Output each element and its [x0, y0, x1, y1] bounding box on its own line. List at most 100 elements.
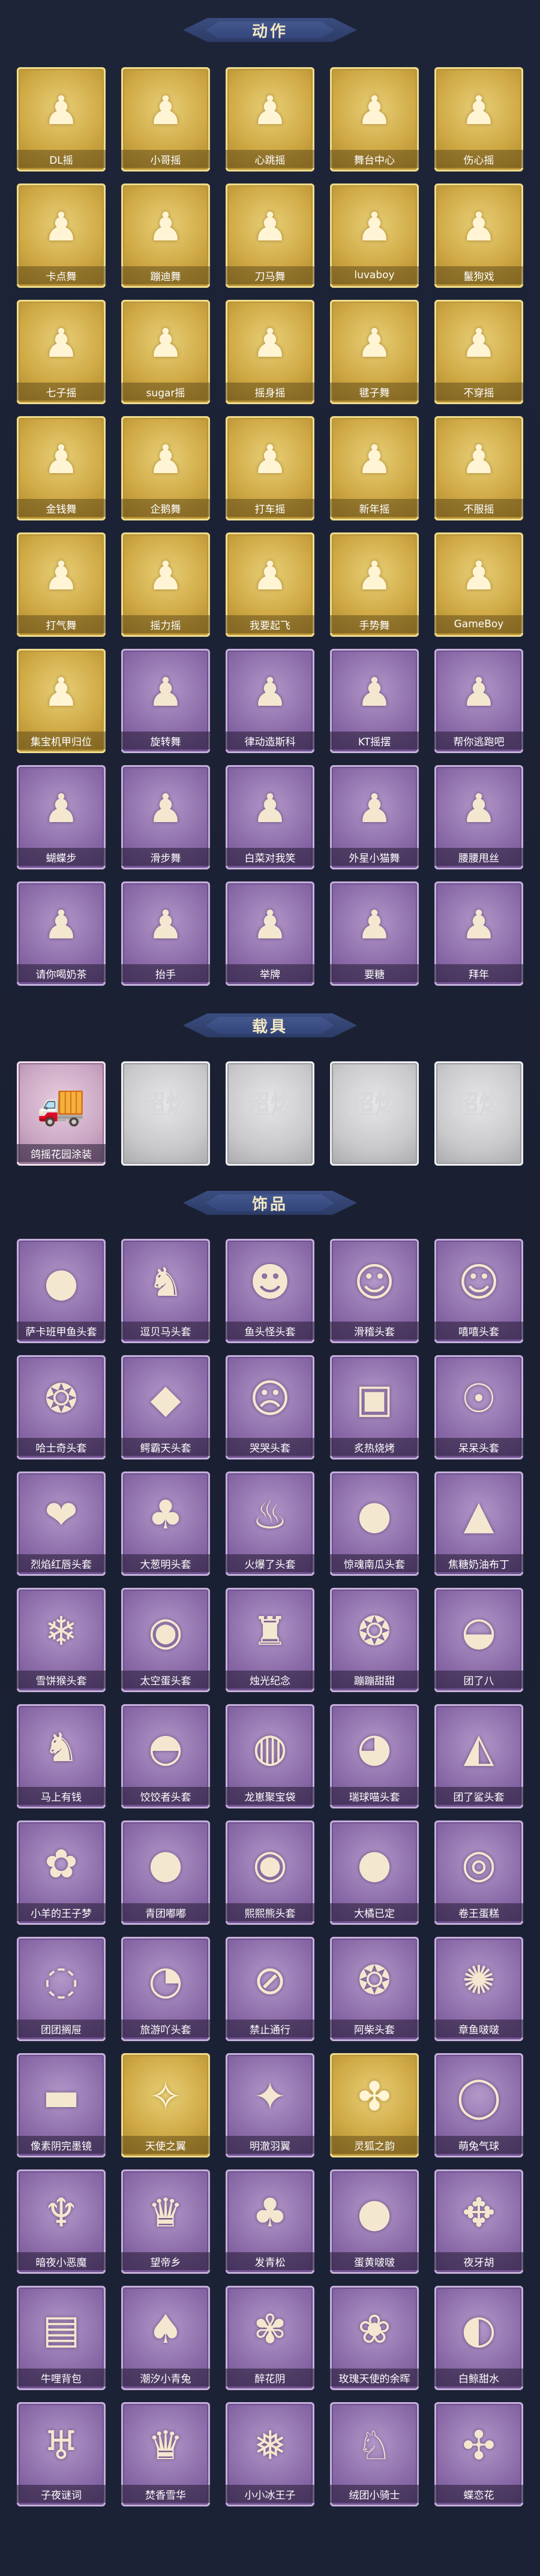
item-card[interactable]: ♟ 腰腰甩丝	[434, 765, 523, 869]
item-card[interactable]: ♟ 卡点舞	[17, 183, 106, 288]
item-card[interactable]: ▲ 焦糖奶油布丁	[434, 1471, 523, 1576]
item-card[interactable]: ♛ 焚香雪华	[121, 2402, 210, 2506]
item-card[interactable]: ♟ 蝴蝶步	[17, 765, 106, 869]
item-card[interactable]: ♟ 律动造斯科	[226, 649, 314, 753]
item-card[interactable]: ❂ 阿柴头套	[330, 1937, 419, 2041]
item-card[interactable]: ✦ 明澈羽翼	[226, 2053, 314, 2157]
placeholder-card[interactable]: 超燃	[330, 1061, 419, 1166]
item-card[interactable]: ♆ 暗夜小恶魔	[17, 2169, 106, 2274]
item-card[interactable]: ◍ 龙崽聚宝袋	[226, 1704, 314, 1808]
item-card[interactable]: ♟ 摇力摇	[121, 532, 210, 637]
item-card[interactable]: ◉ 太空蛋头套	[121, 1588, 210, 1692]
item-card[interactable]: ⊘ 禁止通行	[226, 1937, 314, 2041]
item-card[interactable]: ● 惊魂南瓜头套	[330, 1471, 419, 1576]
item-card[interactable]: ♟ 手势舞	[330, 532, 419, 637]
item-card[interactable]: ◆ 鳄霸天头套	[121, 1355, 210, 1459]
item-card[interactable]: ♟ 不穿摇	[434, 300, 523, 404]
item-card[interactable]: ♟ 打车摇	[226, 416, 314, 520]
item-card[interactable]: ▬ 像素阴完墨镜	[17, 2053, 106, 2157]
item-card[interactable]: ♟ 毽子舞	[330, 300, 419, 404]
item-card[interactable]: ☺ 嘻嘻头套	[434, 1239, 523, 1343]
item-card[interactable]: ☺ 滑稽头套	[330, 1239, 419, 1343]
placeholder-card[interactable]: 超燃	[434, 1061, 523, 1166]
item-card[interactable]: ♟ DL摇	[17, 67, 106, 171]
item-card[interactable]: ♟ 帮你逃跑吧	[434, 649, 523, 753]
item-card[interactable]: ♠ 潮汐小青兔	[121, 2286, 210, 2390]
item-card[interactable]: ♛ 望帝乡	[121, 2169, 210, 2274]
item-card[interactable]: ♟ 我要起飞	[226, 532, 314, 637]
item-card[interactable]: ♟ KT摇摆	[330, 649, 419, 753]
item-card[interactable]: ♟ 鬣狗戏	[434, 183, 523, 288]
item-card[interactable]: ◕ 瑞球喵头套	[330, 1704, 419, 1808]
item-card[interactable]: ♟ 外星小猫舞	[330, 765, 419, 869]
item-card[interactable]: ❂ 哈士奇头套	[17, 1355, 106, 1459]
item-card[interactable]: ◉ 熙熙熊头套	[226, 1820, 314, 1925]
item-card[interactable]: ◯ 萌兔气球	[434, 2053, 523, 2157]
item-card[interactable]: ♟ 请你喝奶茶	[17, 881, 106, 986]
item-card[interactable]: ☻ 鱼头怪头套	[226, 1239, 314, 1343]
item-card[interactable]: ♟ sugar摇	[121, 300, 210, 404]
item-card[interactable]: ◔ 旅游吖头套	[121, 1937, 210, 2041]
item-card[interactable]: ✿ 小羊的王子梦	[17, 1820, 106, 1925]
item-card[interactable]: ◒ 团了八	[434, 1588, 523, 1692]
item-card[interactable]: ♟ 企鹅舞	[121, 416, 210, 520]
item-card[interactable]: ☉ 呆呆头套	[434, 1355, 523, 1459]
item-card[interactable]: ✧ 天使之翼	[121, 2053, 210, 2157]
item-card[interactable]: ❤ 烈焰红唇头套	[17, 1471, 106, 1576]
item-card[interactable]: ♟ 滑步舞	[121, 765, 210, 869]
item-card[interactable]: ✤ 灵狐之韵	[330, 2053, 419, 2157]
item-card[interactable]: ♟ 刀马舞	[226, 183, 314, 288]
item-card[interactable]: ✾ 醉花阴	[226, 2286, 314, 2390]
item-card[interactable]: ♟ 心跳摇	[226, 67, 314, 171]
item-card[interactable]: ♜ 烛光纪念	[226, 1588, 314, 1692]
item-card[interactable]: ♟ 白菜对我笑	[226, 765, 314, 869]
item-card[interactable]: ◓ 饺饺者头套	[121, 1704, 210, 1808]
item-card[interactable]: ♟ 摇身摇	[226, 300, 314, 404]
item-card[interactable]: ♣ 发青松	[226, 2169, 314, 2274]
item-card[interactable]: ♟ 打气舞	[17, 532, 106, 637]
item-card[interactable]: ♟ 拜年	[434, 881, 523, 986]
item-card[interactable]: ◭ 团了鲨头套	[434, 1704, 523, 1808]
item-card[interactable]: ♟ 不服摇	[434, 416, 523, 520]
item-card[interactable]: ✣ 蝶恋花	[434, 2402, 523, 2506]
item-card[interactable]: ♟ 小哥摇	[121, 67, 210, 171]
item-card[interactable]: ❀ 玫瑰天使的余晖	[330, 2286, 419, 2390]
item-card[interactable]: ✺ 章鱼啵啵	[434, 1937, 523, 2041]
item-card[interactable]: ◐ 白鲸甜水	[434, 2286, 523, 2390]
item-card[interactable]: ▣ 炙热烧烤	[330, 1355, 419, 1459]
item-card[interactable]: ● 蛋黄啵啵	[330, 2169, 419, 2274]
item-card[interactable]: ❅ 小小冰王子	[226, 2402, 314, 2506]
item-card[interactable]: ♞ 逗贝马头套	[121, 1239, 210, 1343]
placeholder-card[interactable]: 超燃	[226, 1061, 314, 1166]
item-card[interactable]: ♟ 蹦迪舞	[121, 183, 210, 288]
placeholder-card[interactable]: 超燃	[121, 1061, 210, 1166]
item-card[interactable]: ♟ 舞台中心	[330, 67, 419, 171]
item-card[interactable]: ♟ 抬手	[121, 881, 210, 986]
item-card[interactable]: ♟ 旋转舞	[121, 649, 210, 753]
item-card[interactable]: ♟ 要糖	[330, 881, 419, 986]
item-card[interactable]: ❂ 蹦蹦甜甜	[330, 1588, 419, 1692]
item-card[interactable]: ♟ 伤心摇	[434, 67, 523, 171]
item-card[interactable]: ♟ 七子摇	[17, 300, 106, 404]
item-card[interactable]: ♨ 火爆了头套	[226, 1471, 314, 1576]
item-card[interactable]: 🚚 鸽摇花园涂装	[17, 1061, 106, 1166]
item-card[interactable]: ♞ 马上有钱	[17, 1704, 106, 1808]
item-card[interactable]: ♟ 新年摇	[330, 416, 419, 520]
item-card[interactable]: ✥ 夜牙胡	[434, 2169, 523, 2274]
item-card[interactable]: ☹ 哭哭头套	[226, 1355, 314, 1459]
item-card[interactable]: ● 青团嘟嘟	[121, 1820, 210, 1925]
item-card[interactable]: ● 萨卡班甲鱼头套	[17, 1239, 106, 1343]
item-card[interactable]: ♟ 金钱舞	[17, 416, 106, 520]
item-card[interactable]: ▤ 牛哩背包	[17, 2286, 106, 2390]
item-card[interactable]: ◎ 卷王蛋糕	[434, 1820, 523, 1925]
item-card[interactable]: ◌ 团团搁屉	[17, 1937, 106, 2041]
item-card[interactable]: ● 大橘已定	[330, 1820, 419, 1925]
item-card[interactable]: ♟ GameBoy	[434, 532, 523, 637]
item-card[interactable]: ♟ 举牌	[226, 881, 314, 986]
item-card[interactable]: ♘ 绒团小骑士	[330, 2402, 419, 2506]
item-card[interactable]: ♟ luvaboy	[330, 183, 419, 288]
item-card[interactable]: ♅ 子夜谜词	[17, 2402, 106, 2506]
item-card[interactable]: ♣ 大葱明头套	[121, 1471, 210, 1576]
item-card[interactable]: ❄ 雪饼猴头套	[17, 1588, 106, 1692]
item-card[interactable]: ♟ 集宝机甲归位	[17, 649, 106, 753]
